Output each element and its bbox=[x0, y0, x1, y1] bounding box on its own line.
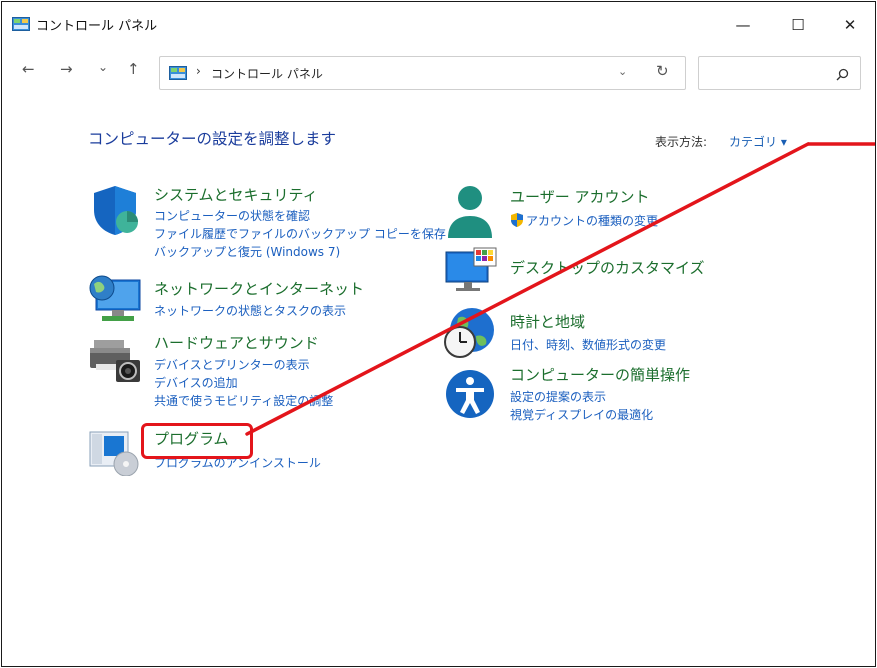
annotation-pointer-line bbox=[245, 142, 875, 436]
control-panel-window: コントロール パネル — ☐ ✕ ← → ⌄ ↑ › コントロール パネル ⌄ … bbox=[1, 1, 876, 667]
